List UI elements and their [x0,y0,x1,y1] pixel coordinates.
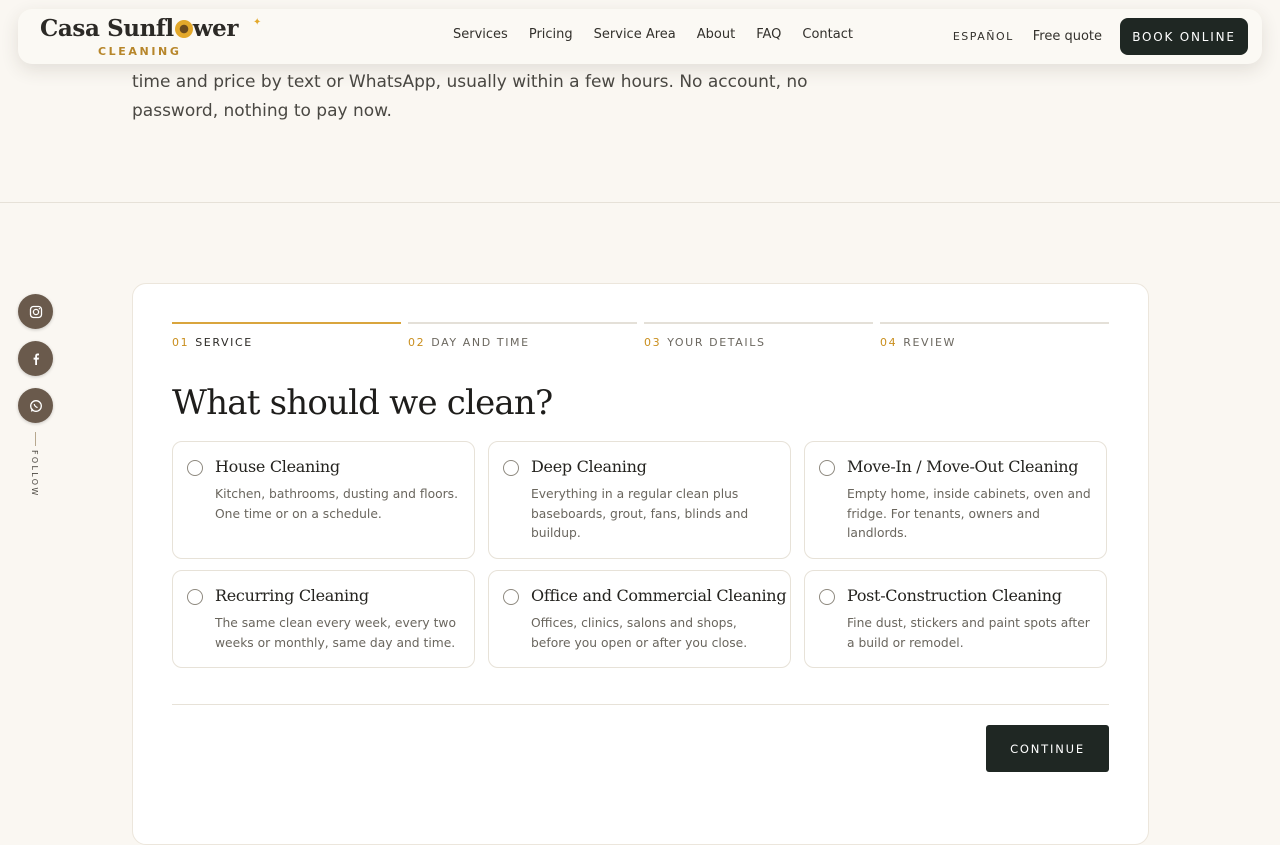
section-divider [0,202,1280,203]
step-label: REVIEW [903,336,956,349]
whatsapp-icon[interactable] [18,388,53,423]
nav-link-faq[interactable]: FAQ [756,27,781,42]
step-day-and-time[interactable]: 02 DAY AND TIME [408,322,637,349]
option-description: Fine dust, stickers and paint spots afte… [847,616,1090,650]
book-online-button[interactable]: BOOK ONLINE [1120,18,1248,55]
sparkle-icon: ✦ [253,17,262,28]
option-title: Office and Commercial Cleaning [531,586,787,605]
step-progress-bar [880,322,1109,324]
option-house-cleaning[interactable]: House Cleaning Kitchen, bathrooms, dusti… [172,441,475,559]
radio-button[interactable] [503,460,519,476]
radio-button[interactable] [819,460,835,476]
step-label: YOUR DETAILS [667,336,766,349]
nav-actions: ESPAÑOL Free quote BOOK ONLINE [953,18,1248,55]
card-divider [172,704,1109,705]
option-title: Move-In / Move-Out Cleaning [847,457,1079,476]
top-navbar: Casa Sunfl wer ✦ CLEANING Services Pricin… [18,9,1262,64]
brand-logo[interactable]: Casa Sunfl wer ✦ CLEANING [40,15,261,58]
option-description: Kitchen, bathrooms, dusting and floors. … [215,487,458,521]
free-quote-link[interactable]: Free quote [1033,29,1102,44]
continue-button[interactable]: CONTINUE [986,725,1109,772]
step-label: SERVICE [195,336,253,349]
radio-button[interactable] [819,589,835,605]
nav-link-contact[interactable]: Contact [802,27,853,42]
option-description: The same clean every week, every two wee… [215,616,456,650]
option-recurring-cleaning[interactable]: Recurring Cleaning The same clean every … [172,570,475,668]
booking-card: 01 SERVICE 02 DAY AND TIME 03 YOUR DETAILS … [132,283,1149,845]
step-progress-bar [172,322,401,324]
main-nav: Services Pricing Service Area About FAQ … [453,27,874,42]
step-your-details[interactable]: 03 YOUR DETAILS [644,322,873,349]
step-number: 02 [408,336,426,349]
option-title: Post-Construction Cleaning [847,586,1062,605]
nav-link-pricing[interactable]: Pricing [529,27,573,42]
option-description: Empty home, inside cabinets, oven and fr… [847,487,1091,540]
follow-divider [35,432,36,446]
option-office-commercial-cleaning[interactable]: Office and Commercial Cleaning Offices, … [488,570,791,668]
step-service[interactable]: 01 SERVICE [172,322,401,349]
nav-link-about[interactable]: About [697,27,735,42]
hero-intro-text: time and price by text or WhatsApp, usua… [132,72,808,121]
option-post-construction-cleaning[interactable]: Post-Construction Cleaning Fine dust, st… [804,570,1107,668]
step-number: 01 [172,336,190,349]
radio-button[interactable] [187,460,203,476]
option-description: Everything in a regular clean plus baseb… [531,487,749,540]
instagram-icon[interactable] [18,294,53,329]
step-label: DAY AND TIME [431,336,530,349]
step-progress-bar [644,322,873,324]
facebook-icon[interactable] [18,341,53,376]
option-title: House Cleaning [215,457,340,476]
option-description: Offices, clinics, salons and shops, befo… [531,616,748,650]
option-title: Deep Cleaning [531,457,647,476]
language-toggle[interactable]: ESPAÑOL [953,30,1014,43]
option-deep-cleaning[interactable]: Deep Cleaning Everything in a regular cl… [488,441,791,559]
option-title: Recurring Cleaning [215,586,369,605]
step-review[interactable]: 04 REVIEW [880,322,1109,349]
booking-steps: 01 SERVICE 02 DAY AND TIME 03 YOUR DETAILS … [172,322,1109,349]
nav-link-service-area[interactable]: Service Area [594,27,676,42]
step-number: 04 [880,336,898,349]
brand-name: Casa Sunfl wer [40,15,239,42]
radio-button[interactable] [187,589,203,605]
booking-title: What should we clean? [172,383,553,423]
step-progress-bar [408,322,637,324]
nav-link-services[interactable]: Services [453,27,508,42]
option-move-in-move-out-cleaning[interactable]: Move-In / Move-Out Cleaning Empty home, … [804,441,1107,559]
sunflower-icon [174,20,193,38]
radio-button[interactable] [503,589,519,605]
step-number: 03 [644,336,662,349]
follow-label: FOLLOW [30,450,39,498]
brand-subtitle: CLEANING [98,45,182,58]
